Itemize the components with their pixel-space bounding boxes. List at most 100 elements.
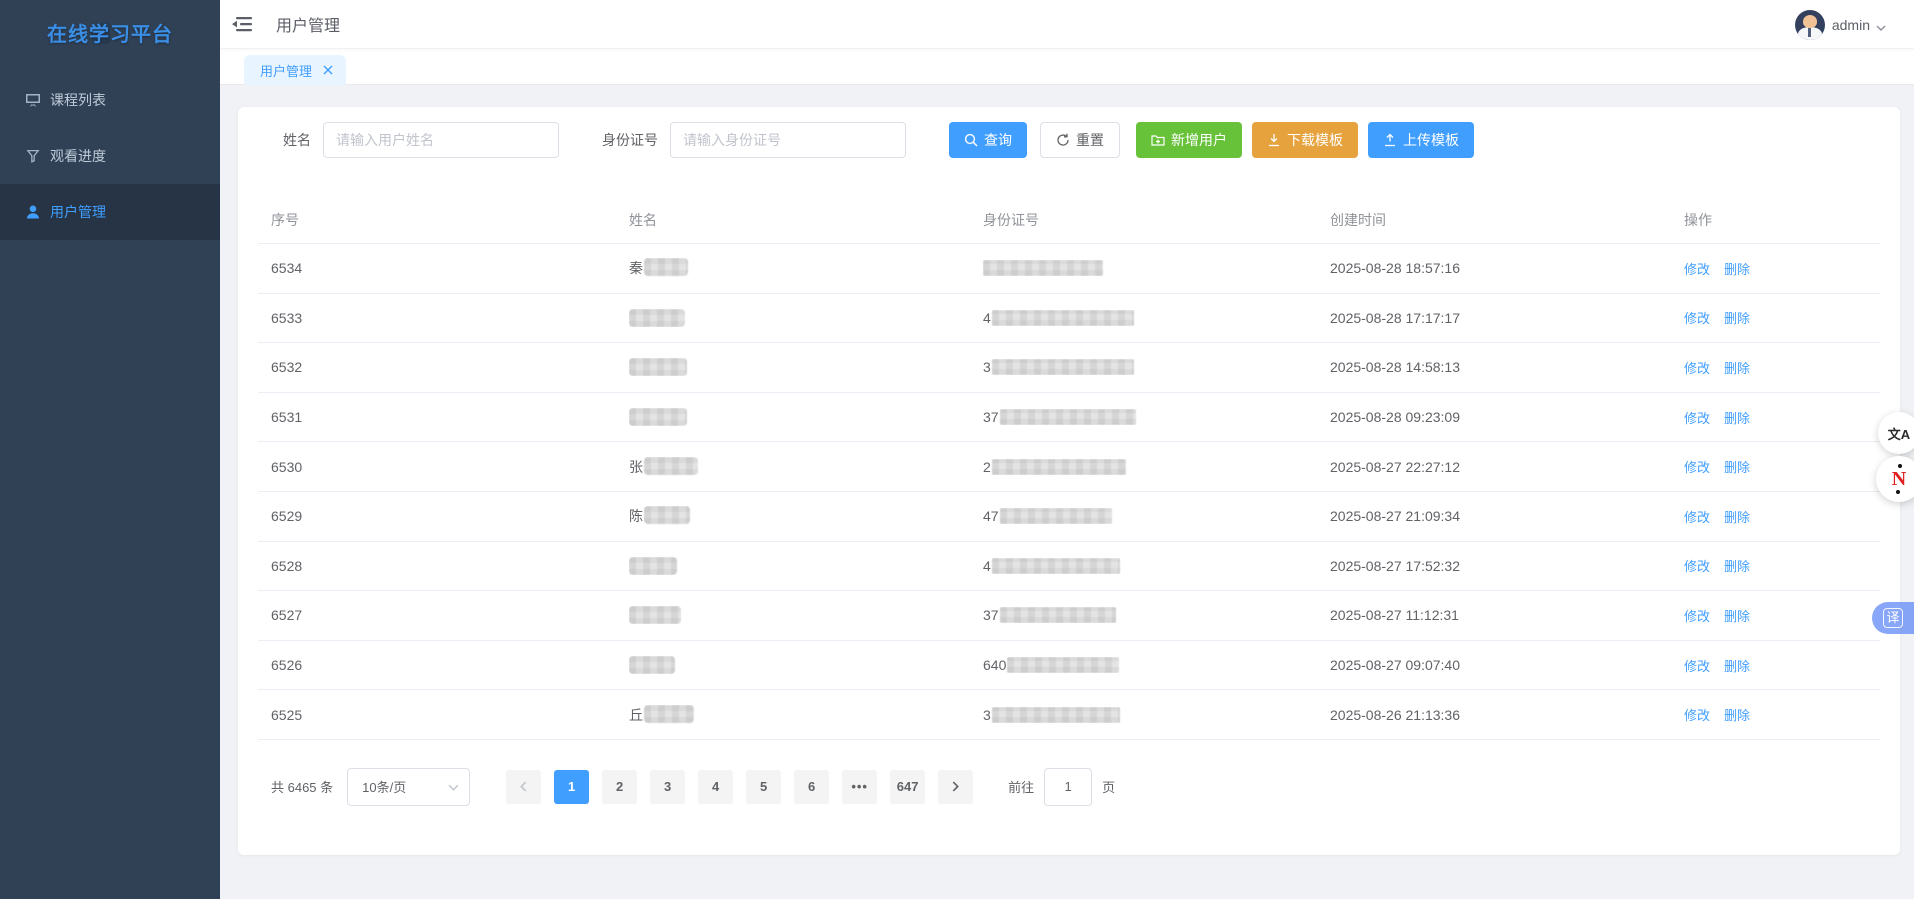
edit-link[interactable]: 修改: [1684, 262, 1710, 277]
delete-link[interactable]: 删除: [1724, 559, 1750, 574]
delete-link[interactable]: 删除: [1724, 361, 1750, 376]
goto-page-input[interactable]: [1044, 767, 1093, 806]
cell-seq: 6529: [271, 508, 303, 525]
edit-link[interactable]: 修改: [1684, 659, 1710, 674]
censored-id: [991, 359, 1134, 376]
page-button-3[interactable]: 3: [650, 769, 686, 804]
edit-link[interactable]: 修改: [1684, 411, 1710, 426]
cell-seq: 6530: [271, 458, 303, 475]
page-button-2[interactable]: 2: [602, 769, 638, 804]
folder-plus-icon: [1151, 133, 1171, 147]
delete-link[interactable]: 删除: [1724, 311, 1750, 326]
total-count: 共 6465 条: [271, 780, 334, 796]
edit-link[interactable]: 修改: [1684, 708, 1710, 723]
red-n-graph-icon[interactable]: N: [1876, 456, 1914, 502]
cell-name: 丘: [629, 704, 983, 725]
cell-seq: 6528: [271, 557, 303, 574]
cell-created: 2025-08-26 21:13:36: [1330, 706, 1460, 723]
pager-pages: 1 2 3 4 5 6 ••• 647: [554, 769, 938, 804]
censored-id: [983, 260, 1103, 277]
next-page-button[interactable]: [938, 769, 974, 804]
delete-link[interactable]: 删除: [1724, 708, 1750, 723]
cell-id: 2: [983, 458, 1330, 475]
download-template-button[interactable]: 下载模板: [1252, 122, 1358, 158]
sidebar-item-label: 用户管理: [50, 204, 106, 220]
cell-actions: 修改 删除: [1684, 507, 1880, 526]
table-row: 6532 3 2025-08-28 14:58:13 修改 删除: [258, 343, 1880, 393]
delete-link[interactable]: 删除: [1724, 659, 1750, 674]
page-more-button[interactable]: •••: [842, 769, 878, 804]
sidebar-item-course-list[interactable]: 课程列表: [0, 72, 220, 128]
cell-seq: 6532: [271, 359, 303, 376]
prev-page-button[interactable]: [506, 769, 542, 804]
table-row: 6525 丘 3 2025-08-26 21:13:36 修改 删除: [258, 690, 1880, 740]
translate-badge: 译: [1883, 608, 1903, 628]
table-body: 6534 秦 2025-08-28 18:57:16 修改 删除 6533 4 2025-08…: [258, 244, 1880, 740]
cell-seq: 6527: [271, 607, 303, 624]
page-button-1[interactable]: 1: [554, 769, 590, 804]
refresh-icon: [1056, 133, 1076, 147]
sidebar-item-user-management[interactable]: 用户管理: [0, 184, 220, 240]
reset-button[interactable]: 重置: [1040, 122, 1120, 158]
delete-link[interactable]: 删除: [1724, 609, 1750, 624]
cell-seq: 6534: [271, 260, 303, 277]
name-filter-input[interactable]: [323, 122, 559, 158]
edit-link[interactable]: 修改: [1684, 460, 1710, 475]
user-dropdown[interactable]: admin: [1794, 0, 1886, 49]
id-filter-input[interactable]: [670, 122, 906, 158]
censored-name: [629, 556, 677, 575]
tab-user-management[interactable]: 用户管理: [244, 55, 347, 85]
fold-menu-icon[interactable]: [220, 0, 264, 49]
censored-id: [999, 607, 1116, 624]
cell-seq: 6525: [271, 706, 303, 723]
sidebar-item-label: 课程列表: [50, 92, 106, 108]
delete-link[interactable]: 删除: [1724, 411, 1750, 426]
delete-link[interactable]: 删除: [1724, 510, 1750, 525]
upload-template-button[interactable]: 上传模板: [1368, 122, 1474, 158]
page-button-5[interactable]: 5: [746, 769, 782, 804]
monitor-icon: [25, 92, 41, 108]
edit-link[interactable]: 修改: [1684, 510, 1710, 525]
translate-pill-button[interactable]: 译: [1872, 602, 1914, 634]
cell-name: [629, 556, 983, 575]
app-logo: 在线学习平台: [0, 0, 220, 64]
search-button[interactable]: 查询: [949, 122, 1027, 158]
sidebar-item-watch-progress[interactable]: 观看进度: [0, 128, 220, 184]
translate-extension-button[interactable]: 文A: [1878, 412, 1914, 454]
sidebar-item-label: 观看进度: [50, 148, 106, 164]
breadcrumb: 用户管理: [276, 18, 341, 35]
user-table: 序号 姓名 身份证号 创建时间 操作 6534 秦 2025-08-28 18:57…: [258, 196, 1880, 740]
user-name: admin: [1831, 16, 1870, 33]
cell-created: 2025-08-28 18:57:16: [1330, 260, 1460, 277]
censored-name: [629, 408, 687, 427]
cell-id: 3: [983, 706, 1330, 723]
censored-id: [991, 309, 1134, 326]
cell-actions: 修改 删除: [1684, 556, 1880, 575]
cell-actions: 修改 删除: [1684, 656, 1880, 675]
censored-id: [991, 706, 1120, 723]
edit-link[interactable]: 修改: [1684, 361, 1710, 376]
cell-created: 2025-08-28 14:58:13: [1330, 359, 1460, 376]
edit-link[interactable]: 修改: [1684, 609, 1710, 624]
delete-link[interactable]: 删除: [1724, 262, 1750, 277]
page-size-select[interactable]: 10条/页: [347, 767, 471, 806]
table-row: 6530 张 2 2025-08-27 22:27:12 修改 删除: [258, 442, 1880, 492]
page-button-6[interactable]: 6: [794, 769, 830, 804]
tab-bar: 用户管理: [220, 49, 1914, 85]
upload-icon: [1383, 133, 1403, 147]
add-user-button[interactable]: 新增用户: [1136, 122, 1242, 158]
delete-link[interactable]: 删除: [1724, 460, 1750, 475]
censored-id: [1007, 657, 1120, 674]
page-button-647[interactable]: 647: [890, 769, 926, 804]
cell-name: [629, 606, 983, 625]
id-filter-label: 身份证号: [602, 132, 658, 148]
page-content: 姓名 身份证号 查询 重置: [220, 86, 1914, 899]
cell-actions: 修改 删除: [1684, 457, 1880, 476]
cell-name: 陈: [629, 506, 983, 526]
filter-row: 姓名 身份证号 查询 重置: [258, 122, 1880, 158]
page-button-4[interactable]: 4: [698, 769, 734, 804]
close-icon[interactable]: [321, 64, 334, 77]
censored-name: [644, 506, 690, 525]
edit-link[interactable]: 修改: [1684, 311, 1710, 326]
edit-link[interactable]: 修改: [1684, 559, 1710, 574]
